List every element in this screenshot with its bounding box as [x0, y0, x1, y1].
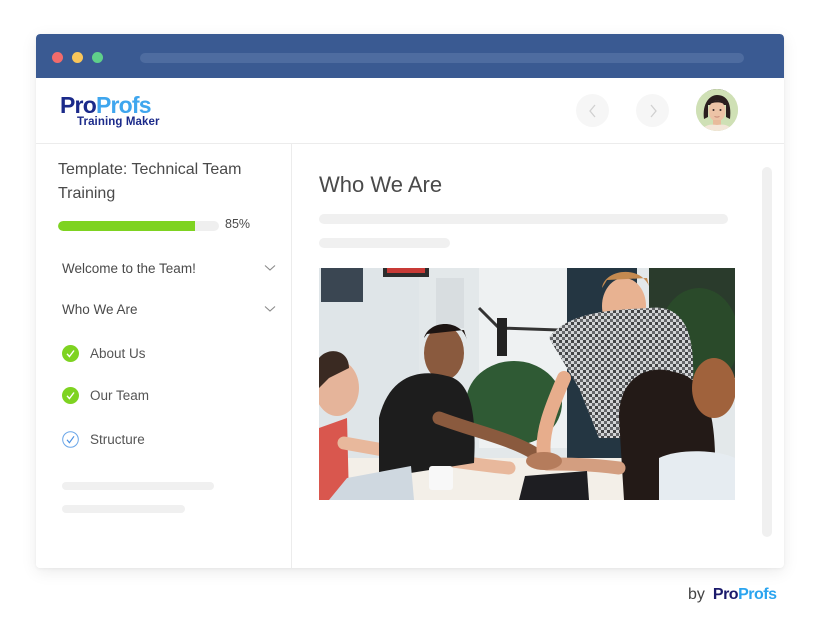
- proprofs-logo[interactable]: ProProfs Training Maker: [60, 92, 170, 128]
- placeholder-line: [62, 482, 214, 490]
- lesson-our-team[interactable]: Our Team: [62, 385, 149, 405]
- next-button[interactable]: [636, 94, 669, 127]
- check-circle-outline-icon: [62, 430, 79, 448]
- chevron-right-icon: [650, 104, 657, 117]
- brand-pro: Pro: [712, 586, 739, 603]
- course-sidebar: Template: Technical Team Training 85% We…: [36, 144, 292, 568]
- previous-button[interactable]: [576, 94, 609, 127]
- avatar-portrait-icon: [696, 89, 738, 131]
- logo-subtitle: Training Maker: [77, 116, 160, 128]
- app-header: ProProfs Training Maker: [36, 78, 784, 144]
- lesson-label: Structure: [90, 431, 145, 447]
- course-progress-bar: [58, 221, 219, 231]
- user-avatar[interactable]: [696, 89, 738, 131]
- section-label: Welcome to the Team!: [62, 260, 196, 276]
- maximize-window-button[interactable]: [92, 52, 103, 63]
- lesson-content: Who We Are: [293, 144, 784, 568]
- lesson-label: About Us: [90, 345, 146, 361]
- brand-profs: Profs: [738, 586, 777, 603]
- chevron-left-icon: [588, 104, 595, 117]
- logo-wordmark: ProProfs: [60, 92, 152, 118]
- placeholder-line: [319, 238, 450, 248]
- course-progress-label: 85%: [225, 217, 251, 231]
- team-hands-illustration: [319, 268, 735, 500]
- section-welcome-to-the-team[interactable]: Welcome to the Team!: [62, 258, 276, 278]
- minimize-window-button[interactable]: [72, 52, 83, 63]
- course-title: Template: Technical Team Training: [58, 161, 242, 202]
- chevron-down-icon: [264, 306, 276, 312]
- course-progress-fill: [58, 221, 195, 231]
- placeholder-line: [319, 214, 728, 224]
- content-scrollbar[interactable]: [762, 167, 772, 537]
- browser-titlebar: [36, 34, 784, 78]
- section-who-we-are[interactable]: Who We Are: [62, 299, 276, 319]
- lesson-about-us[interactable]: About Us: [62, 343, 146, 363]
- address-bar[interactable]: [140, 53, 744, 63]
- lesson-structure[interactable]: Structure: [62, 429, 145, 449]
- placeholder-line: [62, 505, 185, 513]
- chevron-down-icon: [264, 265, 276, 271]
- check-circle-filled-icon: [62, 344, 79, 362]
- team-photo: [319, 268, 735, 500]
- browser-window: ProProfs Training Maker Template: Techni…: [36, 34, 784, 568]
- check-circle-filled-icon: [62, 386, 79, 404]
- section-label: Who We Are: [62, 301, 138, 317]
- page-title: Who We Are: [319, 172, 443, 197]
- by-label: by: [688, 586, 705, 603]
- powered-by-proprofs[interactable]: by Pro Profs: [688, 586, 777, 604]
- lesson-label: Our Team: [90, 387, 150, 403]
- close-window-button[interactable]: [52, 52, 63, 63]
